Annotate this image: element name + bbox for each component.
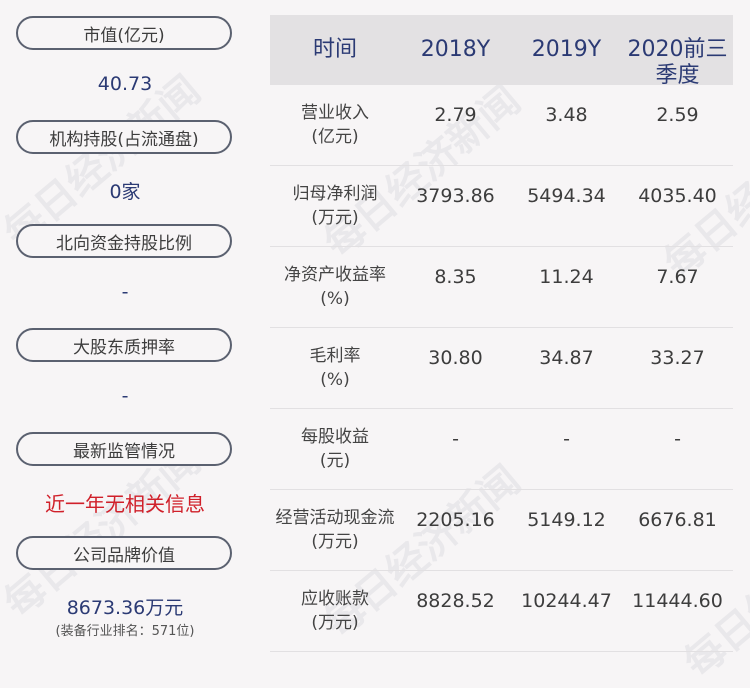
cell-2020q3: 33.27 <box>650 347 705 369</box>
cell-2020q3: - <box>674 428 681 450</box>
row-label-unit: (万元) <box>311 613 359 633</box>
brand-value-value: 8673.36万元 <box>66 597 184 619</box>
row-label: 净资产收益率 (%) <box>270 247 400 327</box>
cell-2018: 8828.52 <box>416 590 495 612</box>
header-2020q3: 2020前三季度 <box>627 37 728 88</box>
institutional-holdings-value: 0家 <box>109 181 141 203</box>
pledge-ratio-label: 大股东质押率 <box>16 328 232 362</box>
header-2018: 2018Y <box>420 37 491 62</box>
table-row: 营业收入 (亿元) 2.79 3.48 2.59 <box>270 85 733 166</box>
cell-2018: - <box>452 428 459 450</box>
cell-2019: 5494.34 <box>527 185 606 207</box>
regulatory-status-label: 最新监管情况 <box>16 432 232 466</box>
northbound-ratio-value: - <box>121 281 129 303</box>
row-label-unit: (%) <box>320 370 350 390</box>
row-label-name: 毛利率 <box>309 346 361 366</box>
institutional-holdings-label: 机构持股(占流通盘) <box>16 120 232 154</box>
row-label: 每股收益 (元) <box>270 409 400 489</box>
cell-2020q3: 2.59 <box>656 104 699 126</box>
metric-label: 市值(亿元) <box>83 25 165 46</box>
pledge-ratio-value: - <box>121 385 129 407</box>
row-label: 经营活动现金流 (万元) <box>270 490 400 570</box>
row-label: 营业收入 (亿元) <box>270 85 400 165</box>
table-row: 应收账款 (万元) 8828.52 10244.47 11444.60 <box>270 571 733 652</box>
market-cap-label: 市值(亿元) <box>16 16 232 50</box>
cell-2019: 5149.12 <box>527 509 606 531</box>
cell-2019: 34.87 <box>539 347 594 369</box>
row-label: 归母净利润 (万元) <box>270 166 400 246</box>
row-label: 应收账款 (万元) <box>270 571 400 651</box>
cell-2019: 3.48 <box>545 104 588 126</box>
cell-2019: 11.24 <box>539 266 594 288</box>
header-2019: 2019Y <box>531 37 602 62</box>
brand-rank-note: (装备行业排名：571位) <box>55 624 195 639</box>
table-row: 净资产收益率 (%) 8.35 11.24 7.67 <box>270 247 733 328</box>
row-label-name: 应收账款 <box>301 589 369 609</box>
row-label-name: 经营活动现金流 <box>275 508 395 528</box>
metric-label: 公司品牌价值 <box>73 545 175 566</box>
cell-2019: 10244.47 <box>521 590 612 612</box>
metric-label: 北向资金持股比例 <box>56 233 192 254</box>
market-cap-value: 40.73 <box>97 73 153 95</box>
cell-2020q3: 6676.81 <box>638 509 717 531</box>
brand-value-label: 公司品牌价值 <box>16 536 232 570</box>
table-row: 毛利率 (%) 30.80 34.87 33.27 <box>270 328 733 409</box>
row-label: 毛利率 (%) <box>270 328 400 408</box>
cell-2018: 8.35 <box>434 266 477 288</box>
cell-2018: 30.80 <box>428 347 483 369</box>
metric-label: 大股东质押率 <box>73 337 175 358</box>
cell-2018: 3793.86 <box>416 185 495 207</box>
row-label-unit: (亿元) <box>311 127 359 147</box>
row-label-unit: (万元) <box>311 208 359 228</box>
cell-2020q3: 7.67 <box>656 266 699 288</box>
row-label-unit: (%) <box>320 289 350 309</box>
cell-2018: 2.79 <box>434 104 477 126</box>
row-label-name: 归母净利润 <box>292 184 378 204</box>
metric-label: 机构持股(占流通盘) <box>49 129 199 150</box>
cell-2020q3: 11444.60 <box>632 590 723 612</box>
northbound-ratio-label: 北向资金持股比例 <box>16 224 232 258</box>
table-header: 时间 2018Y 2019Y 2020前三季度 <box>270 15 733 88</box>
cell-2019: - <box>563 428 570 450</box>
row-label-unit: (元) <box>319 451 351 471</box>
header-period: 时间 <box>312 37 357 62</box>
regulatory-status-value: 近一年无相关信息 <box>45 492 205 516</box>
table-row: 每股收益 (元) - - - <box>270 409 733 490</box>
table-row: 归母净利润 (万元) 3793.86 5494.34 4035.40 <box>270 166 733 247</box>
table-row: 经营活动现金流 (万元) 2205.16 5149.12 6676.81 <box>270 490 733 571</box>
metric-label: 最新监管情况 <box>73 441 175 462</box>
row-label-name: 营业收入 <box>301 103 369 123</box>
cell-2020q3: 4035.40 <box>638 185 717 207</box>
row-label-name: 每股收益 <box>301 427 369 447</box>
key-metrics-panel: 市值(亿元) 40.73 机构持股(占流通盘) 0家 北向资金持股比例 - 大股… <box>0 0 250 667</box>
row-label-unit: (万元) <box>311 532 359 552</box>
financial-table: 时间 2018Y 2019Y 2020前三季度 营业收入 (亿元) 2.79 3.48… <box>270 15 733 652</box>
row-label-name: 净资产收益率 <box>284 265 386 285</box>
cell-2018: 2205.16 <box>416 509 495 531</box>
